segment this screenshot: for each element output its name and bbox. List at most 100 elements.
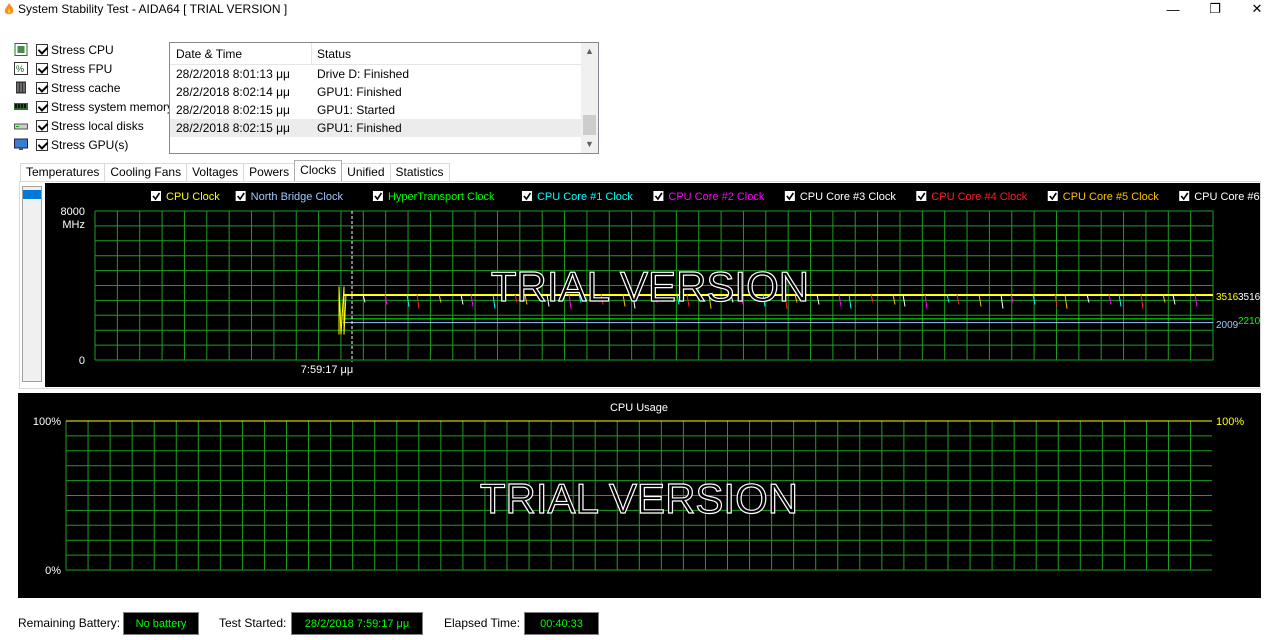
stress-cache-checkbox[interactable] (36, 81, 48, 94)
table-row[interactable]: 28/2/2018 8:02:14 μμ GPU1: Finished (170, 83, 598, 101)
stress-memory-label: Stress system memory (51, 99, 174, 114)
readout-low-1: 2009 (1216, 320, 1239, 331)
core-clock-dip (1064, 294, 1068, 309)
scroll-up-icon[interactable]: ▲ (581, 43, 598, 60)
log-datetime: 28/2/2018 8:02:14 μμ (176, 85, 290, 99)
tab-clocks[interactable]: Clocks (294, 160, 343, 181)
close-button[interactable]: ✕ (1234, 0, 1280, 18)
svg-text:%: % (16, 64, 24, 74)
cpu-usage-graph: CPU Usage 100% 0% 100% TRIAL VERSION (18, 393, 1261, 598)
legend-entry: CPU Core #3 Clock (800, 191, 896, 203)
readout-high-1: 3516 (1216, 292, 1239, 303)
stress-cpu-option[interactable]: Stress CPU (14, 40, 174, 59)
minimize-button[interactable]: — (1150, 0, 1196, 18)
clock-graph-canvas: CPU Clock North Bridge Clock HyperTranspor… (61, 191, 1280, 376)
status-column-header[interactable]: Status (312, 43, 356, 64)
stress-fpu-option[interactable]: % Stress FPU (14, 59, 174, 78)
disk-drive-icon (14, 123, 28, 130)
usage-graph-canvas: CPU Usage 100% 0% 100% TRIAL VERSION (33, 402, 1244, 577)
readout-low-2: 2210 (1238, 316, 1260, 327)
legend-entry: North Bridge Clock (251, 191, 344, 203)
trial-watermark: TRIAL VERSION (480, 475, 798, 522)
cpu-chip-icon (14, 43, 28, 56)
stress-disks-checkbox[interactable] (36, 119, 48, 132)
tab-temperatures[interactable]: Temperatures (20, 163, 106, 181)
usage-readout: 100% (1216, 416, 1244, 428)
stress-memory-option[interactable]: Stress system memory (14, 97, 174, 116)
stress-memory-checkbox[interactable] (36, 100, 48, 113)
start-time-label: 7:59:17 μμ (301, 364, 353, 376)
log-status: GPU1: Started (317, 103, 396, 117)
stress-gpu-label: Stress GPU(s) (51, 137, 129, 152)
test-started-value: 28/2/2018 7:59:17 μμ (291, 612, 423, 635)
core-clock-dip (1140, 294, 1144, 309)
log-datetime: 28/2/2018 8:02:15 μμ (176, 121, 290, 135)
aida64-flame-icon (4, 3, 14, 15)
stress-fpu-checkbox[interactable] (36, 62, 48, 75)
sensor-list-selection[interactable] (23, 190, 41, 199)
legend-entry: CPU Core #1 Clock (537, 191, 633, 203)
readout-high-2: 3516 (1238, 292, 1260, 303)
scrollbar-thumb[interactable] (583, 115, 596, 135)
stress-cpu-checkbox[interactable] (36, 43, 48, 56)
tab-powers[interactable]: Powers (243, 163, 296, 181)
elapsed-time-value: 00:40:33 (524, 612, 599, 635)
stress-cpu-label: Stress CPU (51, 42, 114, 57)
y-min-label: 0 (79, 355, 85, 367)
cache-memory-icon (16, 81, 26, 94)
log-datetime: 28/2/2018 8:02:15 μμ (176, 103, 290, 117)
clock-legend: CPU Clock North Bridge Clock HyperTranspor… (151, 191, 1280, 203)
legend-entry: CPU Core #6 Clock (1194, 191, 1260, 203)
log-status: GPU1: Finished (317, 121, 402, 135)
log-status: GPU1: Finished (317, 85, 402, 99)
core-clock-dip (1000, 294, 1004, 309)
y-unit-label: MHz (62, 219, 85, 231)
stress-disks-option[interactable]: Stress local disks (14, 116, 174, 135)
trial-watermark: TRIAL VERSION (491, 263, 809, 310)
monitor-gpu-icon (14, 138, 28, 150)
log-scrollbar[interactable]: ▲ ▼ (581, 43, 598, 153)
title-bar: System Stability Test - AIDA64 [ TRIAL V… (0, 0, 1280, 18)
tab-statistics[interactable]: Statistics (389, 163, 450, 181)
y-max-label: 8000 (61, 206, 85, 218)
clock-graph: CPU Clock North Bridge Clock HyperTranspor… (45, 183, 1280, 387)
ram-module-icon (14, 103, 28, 110)
table-row[interactable]: 28/2/2018 8:02:15 μμ GPU1: Started (170, 101, 598, 119)
legend-entry: CPU Core #4 Clock (931, 191, 1027, 203)
elapsed-time-label: Elapsed Time: (444, 616, 521, 630)
window-title: System Stability Test - AIDA64 [ TRIAL V… (18, 2, 288, 16)
scroll-down-icon[interactable]: ▼ (581, 136, 598, 153)
usage-title: CPU Usage (610, 402, 668, 414)
status-log-table[interactable]: Date & Time Status 28/2/2018 8:01:13 μμ … (169, 42, 599, 154)
core-clock-dip (924, 294, 928, 309)
startup-spike (338, 286, 347, 335)
table-row[interactable]: 28/2/2018 8:02:15 μμ GPU1: Finished (170, 119, 598, 137)
stress-gpu-checkbox[interactable] (36, 138, 48, 151)
legend-entry: CPU Clock (166, 191, 220, 203)
stress-cache-option[interactable]: Stress cache (14, 78, 174, 97)
tab-unified[interactable]: Unified (341, 163, 391, 181)
graph-tabs: Temperatures Cooling Fans Voltages Power… (20, 160, 450, 181)
stress-options: Stress CPU % Stress FPU Stress cache Str… (14, 40, 174, 154)
legend-entry: CPU Core #2 Clock (668, 191, 764, 203)
core-clock-dip (416, 294, 420, 309)
log-datetime: 28/2/2018 8:01:13 μμ (176, 67, 290, 81)
table-row[interactable]: 28/2/2018 8:01:13 μμ Drive D: Finished (170, 65, 598, 83)
usage-y-max: 100% (33, 416, 61, 428)
datetime-column-header[interactable]: Date & Time (170, 43, 312, 64)
stress-gpu-option[interactable]: Stress GPU(s) (14, 135, 174, 154)
battery-label: Remaining Battery: (18, 616, 121, 630)
legend-entry: CPU Core #5 Clock (1063, 191, 1159, 203)
stress-disks-label: Stress local disks (51, 118, 144, 133)
legend-entry: HyperTransport Clock (388, 191, 495, 203)
tab-cooling-fans[interactable]: Cooling Fans (104, 163, 188, 181)
fpu-percent-icon: % (14, 62, 28, 75)
log-status: Drive D: Finished (317, 67, 410, 81)
battery-value: No battery (123, 612, 199, 635)
maximize-button[interactable]: ❐ (1192, 0, 1238, 18)
core-clock-dip (848, 294, 852, 309)
tab-voltages[interactable]: Voltages (186, 163, 245, 181)
sensor-list[interactable] (22, 186, 42, 382)
stress-cache-label: Stress cache (51, 80, 121, 95)
test-started-label: Test Started: (219, 616, 287, 630)
